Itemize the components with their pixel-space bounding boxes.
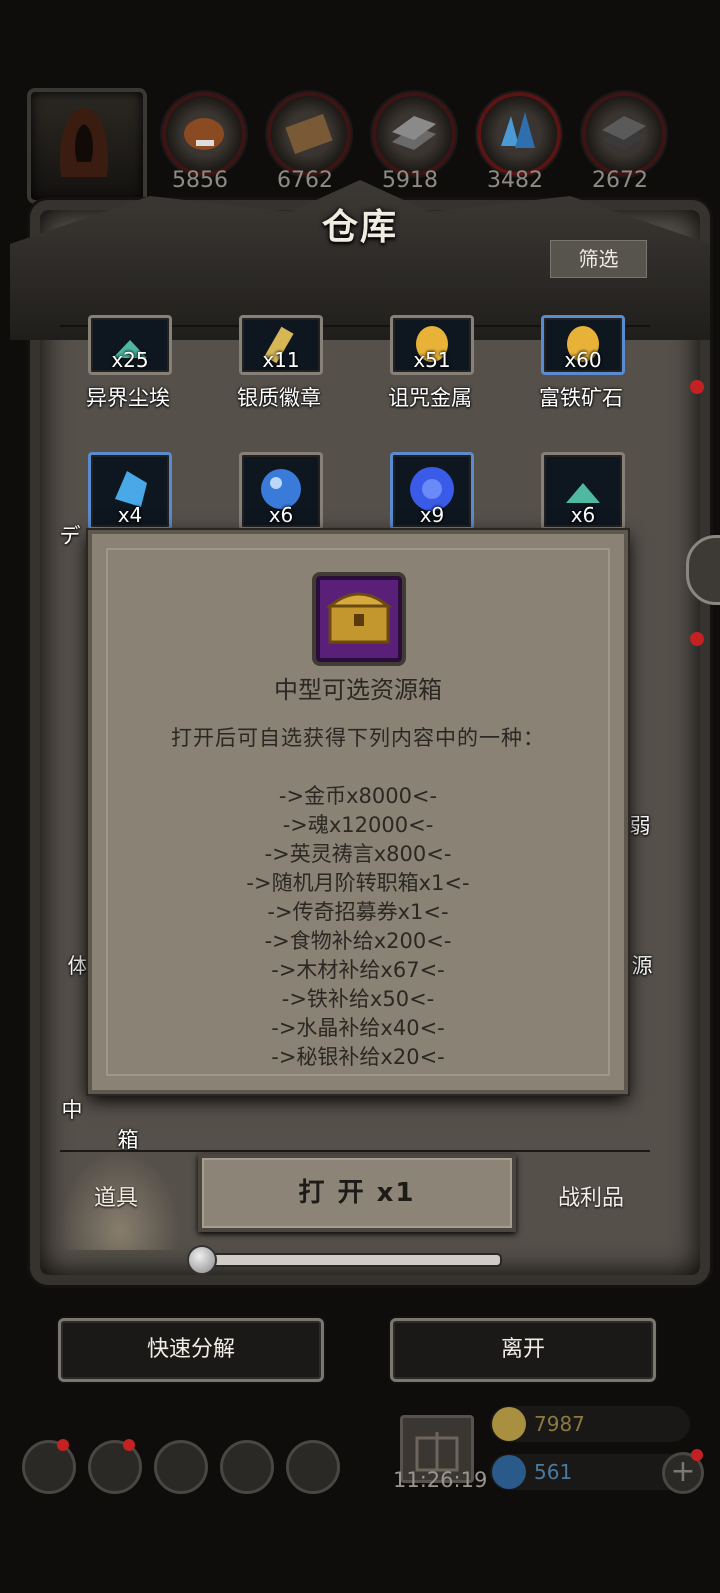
settings-gear-button[interactable]	[22, 1439, 76, 1494]
item-slot[interactable]: x60	[541, 315, 625, 375]
quantity-slider-knob[interactable]	[187, 1245, 217, 1275]
reward-option: ->传奇招募券x1<-	[267, 900, 449, 924]
add-currency-button[interactable]: +	[662, 1449, 704, 1494]
food-icon	[184, 118, 224, 150]
wood-icon	[285, 114, 333, 154]
item-slot[interactable]: x9	[390, 452, 474, 530]
mithril-count: 2672	[592, 168, 648, 193]
item-quantity: x25	[111, 348, 149, 372]
chest-icon	[325, 592, 393, 644]
resource-wood[interactable]	[267, 92, 351, 176]
notification-dot	[57, 1439, 69, 1451]
gold-amount: 7987	[534, 1412, 585, 1436]
item-slot[interactable]: x6	[239, 452, 323, 530]
item-label: 富铁矿石	[539, 386, 623, 410]
reward-option: ->铁补给x50<-	[281, 987, 435, 1011]
item-quantity: x6	[570, 503, 596, 527]
item-label-partial: 源	[631, 954, 653, 978]
item-quantity: x51	[413, 348, 451, 372]
resource-food[interactable]	[162, 92, 246, 176]
item-label: 异界尘埃	[86, 386, 170, 410]
tab-items[interactable]: 道具	[94, 1180, 138, 1212]
open-button[interactable]: 打 开 x1	[198, 1154, 516, 1232]
reward-option: ->随机月阶转职箱x1<-	[246, 871, 470, 895]
item-label: 银质徽章	[237, 386, 321, 410]
item-quantity: x11	[262, 348, 300, 372]
iron-icon	[392, 116, 436, 150]
item-slot[interactable]: x51	[390, 315, 474, 375]
item-slot[interactable]: x25	[88, 315, 172, 375]
leave-button[interactable]: 离开	[390, 1318, 656, 1382]
notification-dot	[690, 632, 704, 646]
modal-description: 打开后可自选获得下列内容中的一种：	[171, 726, 545, 750]
item-label: 诅咒金属	[388, 386, 472, 410]
resource-crystal[interactable]	[477, 92, 561, 176]
game-clock: 11:26:19	[393, 1468, 488, 1492]
resource-iron[interactable]	[372, 92, 456, 176]
gem-icon	[492, 1455, 526, 1489]
item-slot[interactable]: x11	[239, 315, 323, 375]
mithril-icon	[602, 116, 646, 150]
menu-button[interactable]	[220, 1440, 274, 1494]
hero-portrait[interactable]	[27, 88, 147, 204]
item-quantity: x9	[419, 503, 445, 527]
reward-option: ->水晶补给x40<-	[271, 1016, 445, 1040]
modal-title: 中型可选资源箱	[274, 676, 442, 704]
notification-dot	[123, 1439, 135, 1451]
item-slot[interactable]: x6	[541, 452, 625, 530]
quantity-slider-track[interactable]	[200, 1253, 502, 1267]
crystal-icon	[501, 112, 535, 148]
reward-option: ->英灵祷言x800<-	[264, 842, 452, 866]
gem-amount: 561	[534, 1460, 573, 1484]
hooded-figure-icon	[59, 107, 109, 177]
quick-decompose-button[interactable]: 快速分解	[58, 1318, 324, 1382]
food-count: 5856	[172, 168, 228, 193]
item-label-partial: デ	[59, 524, 81, 548]
reward-option: ->魂x12000<-	[282, 813, 434, 837]
filter-button[interactable]: 筛选	[550, 240, 647, 278]
reward-option: ->食物补给x200<-	[264, 929, 452, 953]
menu-button[interactable]	[286, 1440, 340, 1494]
reward-option: ->金币x8000<-	[278, 784, 438, 808]
reward-option: ->木材补给x67<-	[271, 958, 445, 982]
reward-options-list: ->金币x8000<- ->魂x12000<- ->英灵祷言x800<- ->随…	[88, 782, 628, 1072]
gold-icon	[492, 1407, 526, 1441]
notification-dot	[690, 380, 704, 394]
resource-mithril[interactable]	[582, 92, 666, 176]
tab-loot[interactable]: 战利品	[558, 1180, 624, 1212]
resource-chest-icon	[312, 572, 406, 666]
gem-bar: 561	[490, 1454, 690, 1490]
item-label-partial: 中	[61, 1098, 83, 1122]
item-quantity: x6	[268, 503, 294, 527]
menu-button[interactable]	[154, 1440, 208, 1494]
reward-option: ->秘银补给x20<-	[271, 1045, 445, 1069]
menu-button[interactable]	[88, 1439, 142, 1494]
crystal-count: 3482	[487, 168, 543, 193]
item-quantity: x4	[117, 503, 143, 527]
gold-bar: 7987	[490, 1406, 690, 1442]
item-slot[interactable]: x4	[88, 452, 172, 530]
item-quantity: x60	[564, 348, 602, 372]
notification-dot	[691, 1449, 703, 1461]
